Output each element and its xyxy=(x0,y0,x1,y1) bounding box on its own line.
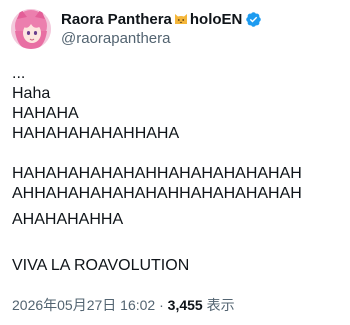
tweet-header: Raora Panthera holoEN @raorapanthera xyxy=(11,7,262,51)
tweet: Raora Panthera holoEN @raorapanthera ... … xyxy=(0,0,350,325)
views-count[interactable]: 3,455 xyxy=(168,297,203,313)
tweet-line: HAHAHA xyxy=(12,105,79,122)
tweet-line: Haha xyxy=(12,85,51,102)
author-handle[interactable]: @raorapanthera xyxy=(61,29,262,49)
tweet-timestamp[interactable]: 2026年05月27日 16:02 xyxy=(12,297,155,313)
tweet-line: VIVA LA ROAVOLUTION xyxy=(12,257,190,274)
display-name-text: Raora Panthera xyxy=(61,11,172,28)
tweet-meta: 2026年05月27日 16:02 · 3,455 表示 xyxy=(12,296,235,314)
tweet-line: HAHAHAHAHAHAHHAHAHAHAHAHAH xyxy=(12,165,302,182)
views-label: 表示 xyxy=(202,297,235,313)
tweet-line: AHAHAHAHHA xyxy=(12,211,124,228)
tweet-text: ... Haha HAHAHA HAHAHAHAHAHHAHA HAHAHAHA… xyxy=(12,64,344,276)
display-name-row[interactable]: Raora Panthera holoEN xyxy=(61,9,262,29)
tweet-line: HAHAHAHAHAHHAHA xyxy=(12,125,180,142)
display-name-suffix: holoEN xyxy=(189,11,243,28)
tweet-line: ... xyxy=(12,65,26,82)
verified-badge-icon[interactable] xyxy=(245,11,262,28)
meta-separator: · xyxy=(155,297,168,313)
author-names: Raora Panthera holoEN @raorapanthera xyxy=(61,9,262,49)
avatar-image xyxy=(11,9,51,49)
tweet-line: AHHAHAHAHAHAHAHHAHAHAHAHAH xyxy=(12,185,302,202)
avatar[interactable] xyxy=(11,9,51,49)
display-name[interactable]: Raora Panthera holoEN xyxy=(61,10,242,28)
cat-emoji-icon xyxy=(173,10,189,28)
